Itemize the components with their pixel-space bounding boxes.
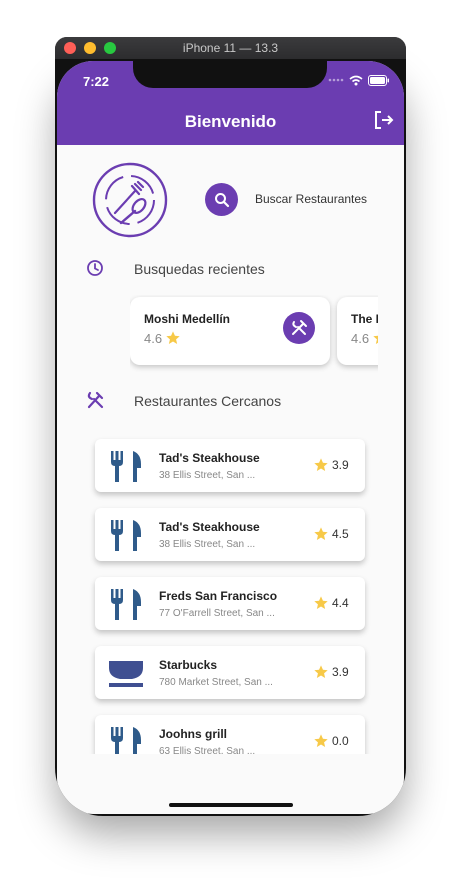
notch [133,61,327,88]
search-icon [214,192,229,207]
recent-card-name: The I [351,312,378,326]
fork-knife-icon [111,451,141,482]
restaurant-rating-value: 3.9 [332,665,349,679]
restaurant-address: 38 Ellis Street, San ... [159,539,256,550]
restaurant-list-item[interactable]: Tad's Steakhouse 38 Ellis Street, San ..… [95,439,365,492]
search-button[interactable] [205,183,238,216]
restaurant-badge [283,312,315,344]
restaurant-list-item[interactable]: Freds San Francisco 77 O'Farrell Street,… [95,577,365,630]
coffee-bowl-icon [109,661,143,687]
restaurant-rating: 4.4 [313,595,349,611]
recent-card-name: Moshi Medellín [144,312,231,326]
restaurant-rating-value: 4.5 [332,527,349,541]
restaurant-name: Freds San Francisco [159,589,278,603]
star-icon [166,331,180,344]
wifi-icon [349,75,363,85]
star-icon [314,665,328,678]
nearby-restaurants-list[interactable]: Tad's Steakhouse 38 Ellis Street, San ..… [57,426,404,754]
restaurant-list-item[interactable]: Starbucks 780 Market Street, San ... 3.9 [95,646,365,699]
phone-screen: 7:22 Bienvenido Buscar Restaurantes Busq… [57,61,404,814]
cellular-signal-icon [328,78,344,82]
app-bar: 7:22 Bienvenido [57,61,404,145]
battery-icon [368,74,389,86]
restaurant-name: Tad's Steakhouse [159,520,260,534]
star-icon [314,596,328,609]
recent-card-rating: 4.6 [144,330,181,346]
restaurant-address: 780 Market Street, San ... [159,677,273,688]
restaurant-name: Joohns grill [159,727,228,741]
restaurant-name: Tad's Steakhouse [159,451,260,465]
home-indicator[interactable] [169,803,293,807]
restaurant-name: Starbucks [159,658,218,672]
star-icon [314,527,328,540]
status-icons [328,74,390,86]
restaurant-logo-icon [92,162,168,238]
restaurant-rating: 0.0 [313,733,349,749]
fork-knife-icon [111,589,141,620]
clock-icon [87,260,103,276]
fork-knife-icon [111,727,141,754]
recent-card[interactable]: Moshi Medellín 4.6 [130,297,330,365]
status-time: 7:22 [83,74,110,89]
restaurant-list-item[interactable]: Tad's Steakhouse 38 Ellis Street, San ..… [95,508,365,561]
recent-card-rating-value: 4.6 [351,330,370,346]
restaurant-address: 38 Ellis Street, San ... [159,470,256,481]
restaurant-address: 77 O'Farrell Street, San ... [159,608,275,619]
search-label[interactable]: Buscar Restaurantes [255,192,367,206]
restaurant-rating-value: 0.0 [332,734,349,748]
recent-card[interactable]: The I 4.6 [337,297,378,365]
simulator-titlebar: iPhone 11 — 13.3 [55,37,406,59]
star-icon [373,335,378,344]
utensils-crossed-icon [292,320,307,335]
simulator-title: iPhone 11 — 13.3 [182,41,279,55]
restaurant-list-item[interactable]: Joohns grill 63 Ellis Street, San ... 0.… [95,715,365,754]
star-icon [314,458,328,471]
star-icon [314,734,328,747]
restaurant-rating: 4.5 [313,526,349,542]
restaurant-address: 63 Ellis Street, San ... [159,746,256,754]
recent-searches-carousel[interactable]: Moshi Medellín 4.6 The I 4.6 [130,295,378,373]
restaurant-rating-value: 3.9 [332,458,349,472]
fork-knife-icon [111,520,141,551]
restaurant-rating: 3.9 [313,664,349,680]
recent-card-rating-value: 4.6 [144,330,163,346]
restaurant-rating-value: 4.4 [332,596,349,610]
page-title: Bienvenido [184,112,277,131]
utensils-icon [87,391,104,409]
recent-card-rating: 4.6 [351,330,378,346]
restaurant-rating: 3.9 [313,457,349,473]
logout-icon[interactable] [372,109,394,131]
recent-searches-title: Busquedas recientes [134,261,265,277]
simulator-window: iPhone 11 — 13.3 7:22 Bienvenido Buscar … [55,37,406,816]
nearby-restaurants-title: Restaurantes Cercanos [134,393,282,409]
